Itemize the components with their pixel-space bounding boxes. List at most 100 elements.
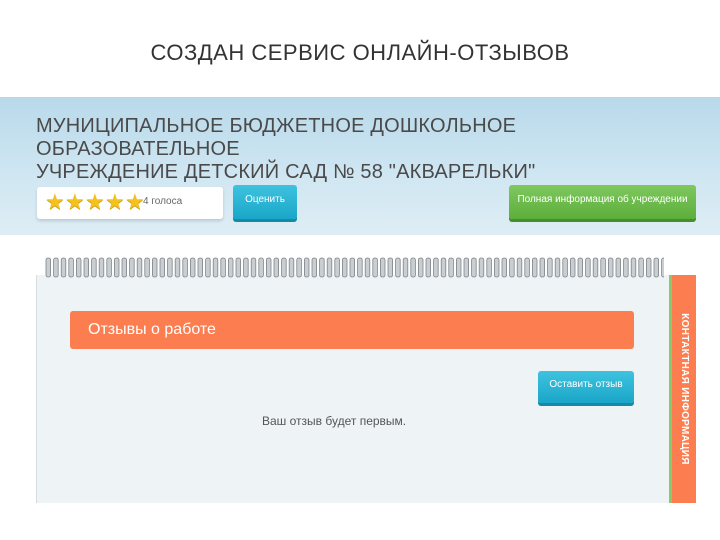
- spiral-ring: [167, 257, 173, 278]
- star-icon[interactable]: ★: [85, 191, 105, 213]
- spiral-ring: [577, 257, 583, 278]
- spiral-ring: [258, 257, 264, 278]
- spiral-ring: [531, 257, 538, 278]
- spiral-ring: [433, 257, 439, 278]
- empty-reviews-text: Ваш отзыв будет первым.: [262, 414, 407, 428]
- spiral-ring: [121, 257, 127, 278]
- spiral-ring: [630, 257, 637, 278]
- spiral-ring: [395, 257, 401, 278]
- spiral-ring: [516, 257, 523, 278]
- spiral-ring: [379, 257, 386, 278]
- spiral-ring: [265, 257, 272, 278]
- spiral-ring: [357, 257, 363, 278]
- star-icon[interactable]: ★: [105, 191, 125, 213]
- spiral-ring: [471, 257, 477, 278]
- spiral-ring: [83, 257, 89, 278]
- spiral-ring: [349, 257, 355, 278]
- spiral-ring: [106, 257, 112, 278]
- spiral-ring: [303, 257, 310, 278]
- contact-info-tab-label: КОНТАКТНАЯ ИНФОРМАЦИЯ: [679, 313, 690, 465]
- website-screenshot: МУНИЦИПАЛЬНОЕ БЮДЖЕТНОЕ ДОШКОЛЬНОЕ ОБРАЗ…: [0, 97, 720, 540]
- spiral-ring: [220, 257, 226, 278]
- spiral-ring: [478, 257, 485, 278]
- spiral-ring: [45, 257, 51, 278]
- spiral-ring: [410, 257, 416, 278]
- spiral-ring: [455, 257, 462, 278]
- spiral-ring: [501, 257, 507, 278]
- organization-name-line2: УЧРЕЖДЕНИЕ ДЕТСКИЙ САД № 58 "АКВАРЕЛЬКИ": [36, 161, 536, 183]
- spiral-ring: [136, 257, 143, 278]
- spiral-ring: [608, 257, 614, 278]
- spiral-ring: [235, 257, 241, 278]
- spiral-ring: [281, 257, 287, 278]
- spiral-ring: [661, 257, 664, 278]
- spiral-ring: [326, 257, 333, 278]
- spiral-ring: [212, 257, 219, 278]
- notebook-spiral: [44, 257, 664, 279]
- contact-info-tab[interactable]: КОНТАКТНАЯ ИНФОРМАЦИЯ: [669, 275, 696, 503]
- reviews-header: Отзывы о работе: [70, 311, 634, 349]
- spiral-ring: [227, 257, 234, 278]
- spiral-ring: [486, 257, 492, 278]
- spiral-ring: [509, 257, 515, 278]
- spiral-ring: [547, 257, 553, 278]
- spiral-ring: [159, 257, 165, 278]
- spiral-ring: [539, 257, 545, 278]
- spiral-ring: [364, 257, 371, 278]
- spiral-ring: [524, 257, 530, 278]
- spiral-ring: [448, 257, 454, 278]
- spiral-ring: [592, 257, 599, 278]
- spiral-ring: [296, 257, 302, 278]
- rating-widget: ★ ★ ★ ★ ★ 4 голоса: [37, 187, 223, 219]
- star-icon[interactable]: ★: [45, 191, 65, 213]
- spiral-ring: [440, 257, 447, 278]
- spiral-ring: [243, 257, 249, 278]
- spiral-ring: [638, 257, 644, 278]
- rate-button[interactable]: Оценить: [233, 185, 297, 219]
- spiral-ring: [562, 257, 568, 278]
- spiral-ring: [144, 257, 150, 278]
- spiral-ring: [493, 257, 500, 278]
- header-band: МУНИЦИПАЛЬНОЕ БЮДЖЕТНОЕ ДОШКОЛЬНОЕ ОБРАЗ…: [0, 97, 720, 235]
- spiral-ring: [288, 257, 295, 278]
- spiral-ring: [600, 257, 606, 278]
- spiral-ring: [273, 257, 279, 278]
- spiral-ring: [174, 257, 181, 278]
- spiral-ring: [152, 257, 158, 278]
- spiral-ring: [53, 257, 59, 278]
- leave-review-button[interactable]: Оставить отзыв: [538, 371, 634, 403]
- spiral-ring: [585, 257, 591, 278]
- spiral-ring: [372, 257, 378, 278]
- spiral-ring: [205, 257, 211, 278]
- spiral-ring: [623, 257, 629, 278]
- spiral-ring: [334, 257, 340, 278]
- spiral-ring: [129, 257, 135, 278]
- spiral-ring: [554, 257, 561, 278]
- spiral-ring: [341, 257, 348, 278]
- votes-count: 4 голоса: [143, 196, 183, 207]
- spiral-ring: [646, 257, 652, 278]
- spiral-ring: [60, 257, 67, 278]
- spiral-ring: [76, 257, 82, 278]
- organization-name-line1: МУНИЦИПАЛЬНОЕ БЮДЖЕТНОЕ ДОШКОЛЬНОЕ ОБРАЗ…: [36, 115, 517, 160]
- spiral-ring: [319, 257, 325, 278]
- full-info-button[interactable]: Полная информация об учреждении: [509, 185, 696, 219]
- spiral-ring: [250, 257, 257, 278]
- spiral-ring: [91, 257, 97, 278]
- spiral-ring: [425, 257, 431, 278]
- spiral-ring: [98, 257, 105, 278]
- spiral-rings: [45, 257, 664, 278]
- spiral-ring: [387, 257, 393, 278]
- spiral-ring: [653, 257, 659, 278]
- spiral-ring: [570, 257, 576, 278]
- organization-name: МУНИЦИПАЛЬНОЕ БЮДЖЕТНОЕ ДОШКОЛЬНОЕ ОБРАЗ…: [36, 115, 676, 184]
- spiral-ring: [402, 257, 409, 278]
- spiral-ring: [114, 257, 120, 278]
- rating-stars[interactable]: ★ ★ ★ ★ ★: [45, 191, 145, 213]
- spiral-ring: [311, 257, 317, 278]
- slide-title: СОЗДАН СЕРВИС ОНЛАЙН-ОТЗЫВОВ: [150, 40, 570, 65]
- star-icon[interactable]: ★: [65, 191, 85, 213]
- star-icon[interactable]: ★: [125, 191, 145, 213]
- spiral-ring: [417, 257, 424, 278]
- reviews-title: Отзывы о работе: [88, 321, 216, 338]
